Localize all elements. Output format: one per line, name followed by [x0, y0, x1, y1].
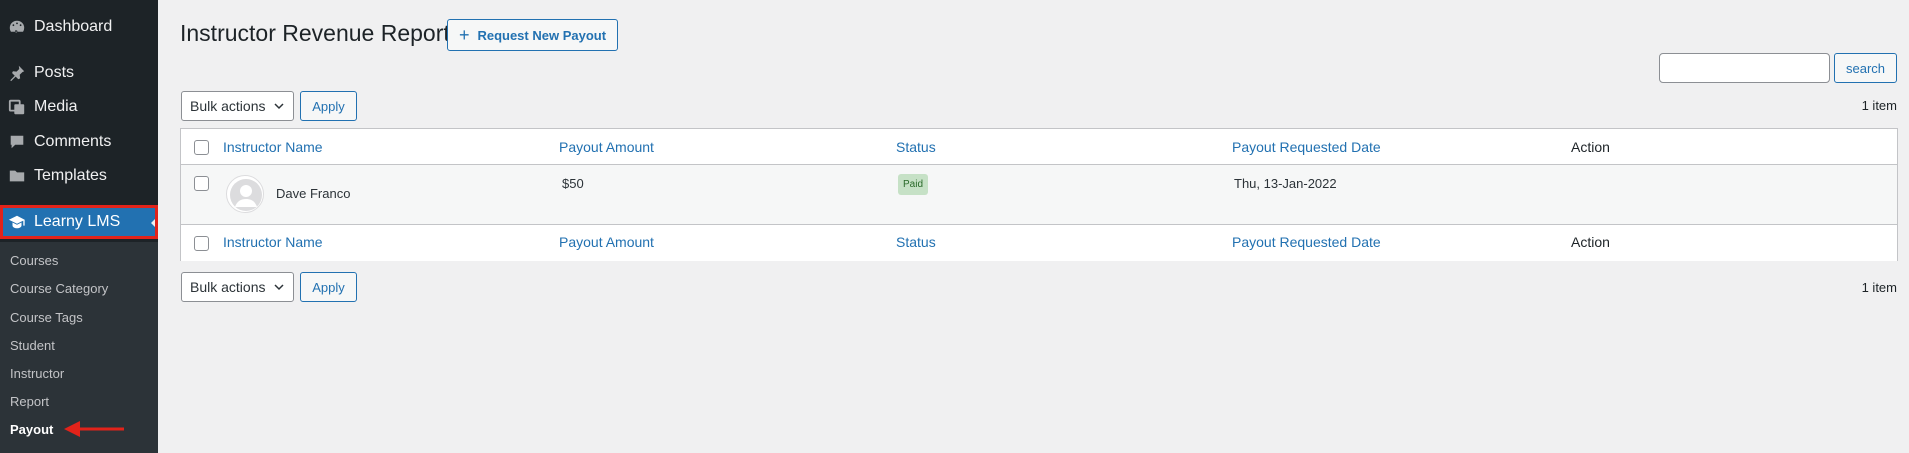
- column-instructor-name[interactable]: Instructor Name: [223, 234, 323, 250]
- instructor-name: Dave Franco: [276, 186, 351, 201]
- payout-date: Thu, 13-Jan-2022: [1234, 176, 1337, 191]
- active-indicator: [151, 219, 155, 227]
- table-footer-row: Instructor Name Payout Amount Status Pay…: [181, 224, 1897, 261]
- sidebar-item-dashboard[interactable]: Dashboard: [0, 10, 158, 44]
- item-count-top: 1 item: [1861, 98, 1897, 113]
- column-payout-amount[interactable]: Payout Amount: [559, 139, 654, 155]
- table-row: Dave Franco $50 Paid Thu, 13-Jan-2022: [181, 165, 1897, 224]
- sidebar-item-label: Dashboard: [34, 18, 113, 35]
- bulk-actions-select-top[interactable]: Bulk actions: [181, 91, 294, 121]
- payout-table: Instructor Name Payout Amount Status Pay…: [180, 128, 1898, 261]
- row-checkbox[interactable]: [194, 176, 209, 191]
- chevron-down-icon: [274, 284, 284, 291]
- sidebar-item-label: Templates: [34, 167, 107, 184]
- column-payout-requested-date[interactable]: Payout Requested Date: [1232, 234, 1381, 250]
- avatar: [226, 175, 264, 213]
- submenu-item-payout[interactable]: Payout: [10, 422, 53, 437]
- column-action: Action: [1571, 139, 1610, 155]
- apply-button-bottom[interactable]: Apply: [300, 272, 357, 302]
- pin-icon: [0, 64, 34, 82]
- sidebar-item-comments[interactable]: Comments: [0, 125, 158, 159]
- search-input[interactable]: [1659, 53, 1830, 83]
- column-status[interactable]: Status: [896, 234, 936, 250]
- graduation-cap-icon: [0, 213, 34, 231]
- page-title: Instructor Revenue Report: [180, 20, 450, 46]
- sidebar-item-posts[interactable]: Posts: [0, 56, 158, 90]
- item-count-bottom: 1 item: [1861, 280, 1897, 295]
- table-header-row: Instructor Name Payout Amount Status Pay…: [181, 129, 1897, 165]
- submenu-item-courses[interactable]: Courses: [10, 253, 58, 268]
- bulk-actions-select-bottom[interactable]: Bulk actions: [181, 272, 294, 302]
- column-payout-amount[interactable]: Payout Amount: [559, 234, 654, 250]
- submenu-item-course-category[interactable]: Course Category: [10, 281, 108, 296]
- folder-icon: [0, 167, 34, 185]
- column-instructor-name[interactable]: Instructor Name: [223, 139, 323, 155]
- sidebar-item-label: Learny LMS: [34, 213, 121, 230]
- select-all-checkbox-footer[interactable]: [194, 236, 209, 251]
- column-action: Action: [1571, 234, 1610, 250]
- sidebar-item-templates[interactable]: Templates: [0, 159, 158, 193]
- payout-amount: $50: [562, 176, 584, 191]
- user-avatar-icon: [230, 179, 262, 211]
- bulk-actions-label: Bulk actions: [190, 279, 266, 295]
- sidebar-item-learny-lms[interactable]: Learny LMS: [0, 205, 158, 239]
- submenu-item-report[interactable]: Report: [10, 394, 49, 409]
- plus-icon: +: [458, 25, 470, 45]
- bulk-actions-label: Bulk actions: [190, 98, 266, 114]
- sidebar-item-label: Posts: [34, 64, 75, 81]
- status-badge: Paid: [898, 174, 929, 195]
- request-button-label: Request New Payout: [477, 27, 607, 43]
- sidebar-item-media[interactable]: Media: [0, 90, 158, 124]
- comment-icon: [0, 133, 34, 151]
- chevron-down-icon: [274, 103, 284, 110]
- apply-button-top[interactable]: Apply: [300, 91, 357, 121]
- submenu-item-course-tags[interactable]: Course Tags: [10, 310, 83, 325]
- dashboard-icon: [0, 18, 34, 36]
- admin-sidebar: Dashboard Posts Media Comments Templates…: [0, 0, 158, 453]
- column-payout-requested-date[interactable]: Payout Requested Date: [1232, 139, 1381, 155]
- request-new-payout-button[interactable]: + Request New Payout: [447, 19, 618, 51]
- search-button[interactable]: search: [1834, 53, 1897, 83]
- annotation-arrow-icon: [64, 421, 124, 437]
- submenu-item-instructor[interactable]: Instructor: [10, 366, 64, 381]
- sidebar-item-label: Comments: [34, 133, 112, 150]
- column-status[interactable]: Status: [896, 139, 936, 155]
- select-all-checkbox[interactable]: [194, 140, 209, 155]
- media-icon: [0, 98, 34, 116]
- submenu-item-student[interactable]: Student: [10, 338, 55, 353]
- sidebar-item-label: Media: [34, 98, 78, 115]
